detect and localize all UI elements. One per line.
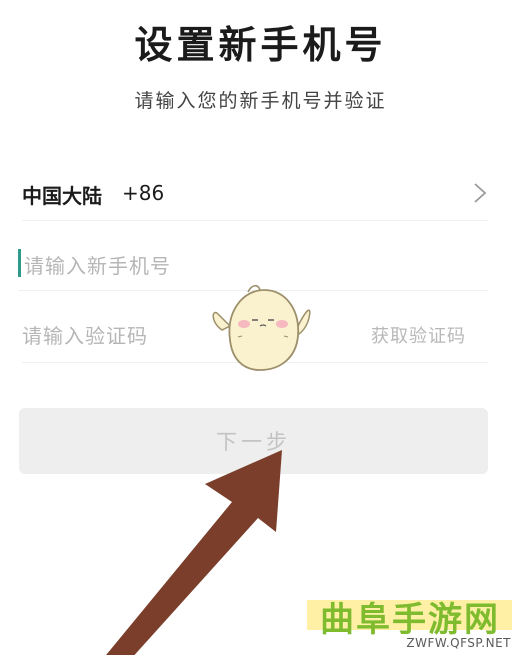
region-label: 中国大陆 xyxy=(22,184,102,208)
phone-placeholder: 请输入新手机号 xyxy=(24,254,171,278)
region-selector[interactable]: 中国大陆 +86 xyxy=(22,170,488,221)
next-step-button[interactable]: 下一步 xyxy=(19,408,488,474)
verification-code-input[interactable]: 请输入验证码 xyxy=(22,320,148,349)
watermark-url: ZWFW.QFSP.NET xyxy=(406,636,511,650)
text-cursor xyxy=(18,249,21,277)
chevron-right-icon xyxy=(474,183,487,203)
watermark: 曲阜手游网 ZWFW.QFSP.NET xyxy=(305,592,515,654)
get-code-button[interactable]: 获取验证码 xyxy=(371,322,466,348)
watermark-text: 曲阜手游网 xyxy=(320,600,500,640)
mascot-sticker xyxy=(212,284,311,371)
page-subtitle: 请输入您的新手机号并验证 xyxy=(134,90,387,112)
page-title: 设置新手机号 xyxy=(134,22,387,67)
country-code: +86 xyxy=(122,181,165,205)
